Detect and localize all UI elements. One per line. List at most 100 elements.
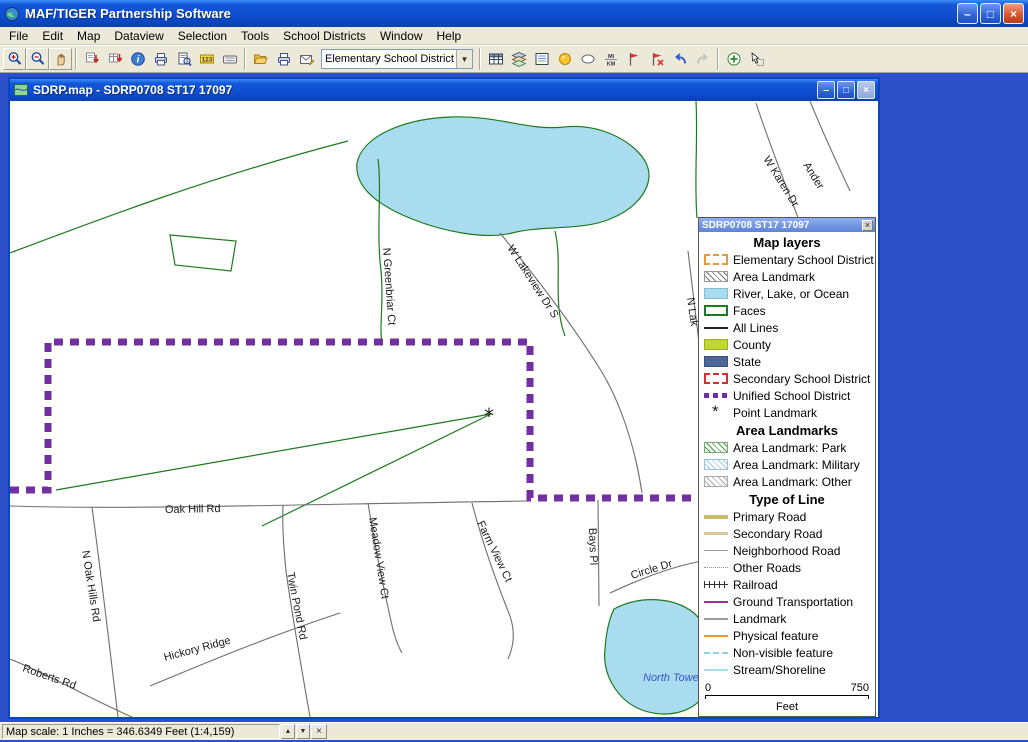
legend-item-label: State: [733, 355, 761, 369]
maximize-button[interactable]: □: [980, 3, 1001, 24]
legend-item-label: Ground Transportation: [733, 595, 853, 609]
menu-item-dataview[interactable]: Dataview: [107, 28, 170, 44]
address-123-icon: 123: [199, 51, 215, 67]
highlight-button[interactable]: [576, 48, 599, 70]
restore-icon: □: [843, 85, 849, 96]
print-preview-button[interactable]: [172, 48, 195, 70]
scale-unit-label: Feet: [705, 701, 869, 713]
face-boundary: [170, 235, 236, 271]
keyboard-icon: [222, 51, 238, 67]
park-swatch-icon: [704, 442, 728, 453]
envelope-pencil-icon: [299, 51, 315, 67]
menu-item-school-districts[interactable]: School Districts: [276, 28, 373, 44]
map-label: Oak Hill Rd: [165, 503, 221, 516]
map-label: N Greenbriar Ct: [380, 247, 397, 325]
open-map-button[interactable]: [249, 48, 272, 70]
lake-north: [357, 117, 649, 236]
close-icon: ×: [316, 726, 322, 737]
remove-flag-button[interactable]: [645, 48, 668, 70]
menu-item-file[interactable]: File: [2, 28, 35, 44]
title-bar[interactable]: MAF/TIGER Partnership Software – □ ×: [0, 0, 1028, 27]
chevron-down-icon[interactable]: ▼: [456, 50, 472, 68]
pan-button[interactable]: [49, 48, 72, 70]
zoom-out-button[interactable]: [26, 48, 49, 70]
open-folder-icon: [253, 51, 269, 67]
map-window-title-bar[interactable]: SDRP.map - SDRP0708 ST17 17097 – □ ×: [10, 79, 878, 101]
stream-swatch-icon: [704, 669, 728, 671]
point-landmark-icon: *: [484, 404, 494, 428]
secondary-swatch-icon: [704, 532, 728, 535]
map-label: Meadow View Ct: [366, 517, 391, 600]
legend-item-label: Area Landmark: Park: [733, 441, 846, 455]
legend-item: Faces: [701, 302, 873, 319]
map-label: North Towe: [643, 672, 699, 684]
legend-item: Area Landmark: Military: [701, 456, 873, 473]
scale-spin-up-button[interactable]: ▲: [281, 724, 295, 739]
address-range-button[interactable]: 123: [195, 48, 218, 70]
otherlm-swatch-icon: [704, 476, 728, 487]
toolbar: i 123 Elementary School District ▼ MIKM: [0, 45, 1028, 73]
magnifier-plus-icon: [7, 51, 23, 67]
green-plus-circle-icon: [726, 51, 742, 67]
import-data-button[interactable]: [80, 48, 103, 70]
export-data-button[interactable]: [103, 48, 126, 70]
legend-item: Area Landmark: Other: [701, 473, 873, 490]
flag-button[interactable]: [622, 48, 645, 70]
identify-button[interactable]: i: [126, 48, 149, 70]
minimize-button[interactable]: –: [957, 3, 978, 24]
annotate-button[interactable]: [295, 48, 318, 70]
legend-heading: Type of Line: [701, 492, 873, 507]
printer-icon: [153, 51, 169, 67]
district-type-combobox[interactable]: Elementary School District ▼: [321, 49, 473, 69]
mi-km-icon: MIKM: [603, 51, 619, 67]
legend-item: Secondary School District: [701, 370, 873, 387]
otherroads-swatch-icon: [704, 567, 728, 568]
legend-item: Primary Road: [701, 508, 873, 525]
legend-item: Secondary Road: [701, 525, 873, 542]
map-close-button[interactable]: ×: [857, 81, 875, 99]
legend-item: Area Landmark: Park: [701, 439, 873, 456]
menu-item-edit[interactable]: Edit: [35, 28, 70, 44]
legend-close-button[interactable]: ×: [862, 220, 873, 231]
add-area-button[interactable]: [722, 48, 745, 70]
map-canvas[interactable]: * W Lakeview Dr SN Greenbriar CtOak Hill…: [10, 101, 878, 717]
units-button[interactable]: MIKM: [599, 48, 622, 70]
table-view-button[interactable]: [484, 48, 507, 70]
layers-button[interactable]: [507, 48, 530, 70]
map-restore-button[interactable]: □: [837, 81, 855, 99]
menu-item-map[interactable]: Map: [70, 28, 107, 44]
menu-item-window[interactable]: Window: [373, 28, 430, 44]
legend-item-label: Unified School District: [733, 389, 850, 403]
symbol-style-button[interactable]: [553, 48, 576, 70]
print-setup-button[interactable]: [149, 48, 172, 70]
legend-item: Point Landmark: [701, 404, 873, 421]
print-button[interactable]: [272, 48, 295, 70]
menu-item-help[interactable]: Help: [430, 28, 469, 44]
menu-item-tools[interactable]: Tools: [234, 28, 276, 44]
close-button[interactable]: ×: [1003, 3, 1024, 24]
app-window: MAF/TIGER Partnership Software – □ × Fil…: [0, 0, 1028, 740]
map-label: Bays Pl: [586, 528, 599, 566]
redo-button[interactable]: [691, 48, 714, 70]
legend-title-bar[interactable]: SDRP0708 ST17 17097 ×: [699, 218, 875, 232]
undo-button[interactable]: [668, 48, 691, 70]
scale-spin-down-button[interactable]: ▼: [296, 724, 310, 739]
map-label: Hickory Ridge: [163, 635, 232, 664]
face-boundary: [56, 414, 491, 490]
status-bar: Map scale: 1 Inches = 346.6349 Feet (1:4…: [0, 722, 1028, 740]
status-close-button[interactable]: ×: [311, 724, 327, 739]
alllines-swatch-icon: [704, 327, 728, 329]
legend-item: Unified School District: [701, 387, 873, 404]
list-icon: [534, 51, 550, 67]
menu-item-selection[interactable]: Selection: [171, 28, 234, 44]
select-box-button[interactable]: [745, 48, 768, 70]
map-minimize-button[interactable]: –: [817, 81, 835, 99]
page-magnifier-icon: [176, 51, 192, 67]
zoom-in-button[interactable]: [3, 48, 26, 70]
svg-text:KM: KM: [606, 62, 615, 68]
keyboard-entry-button[interactable]: [218, 48, 241, 70]
legend-item-label: Faces: [733, 304, 766, 318]
red-flag-x-icon: [649, 51, 665, 67]
layers-icon: [511, 51, 527, 67]
dataview-button[interactable]: [530, 48, 553, 70]
